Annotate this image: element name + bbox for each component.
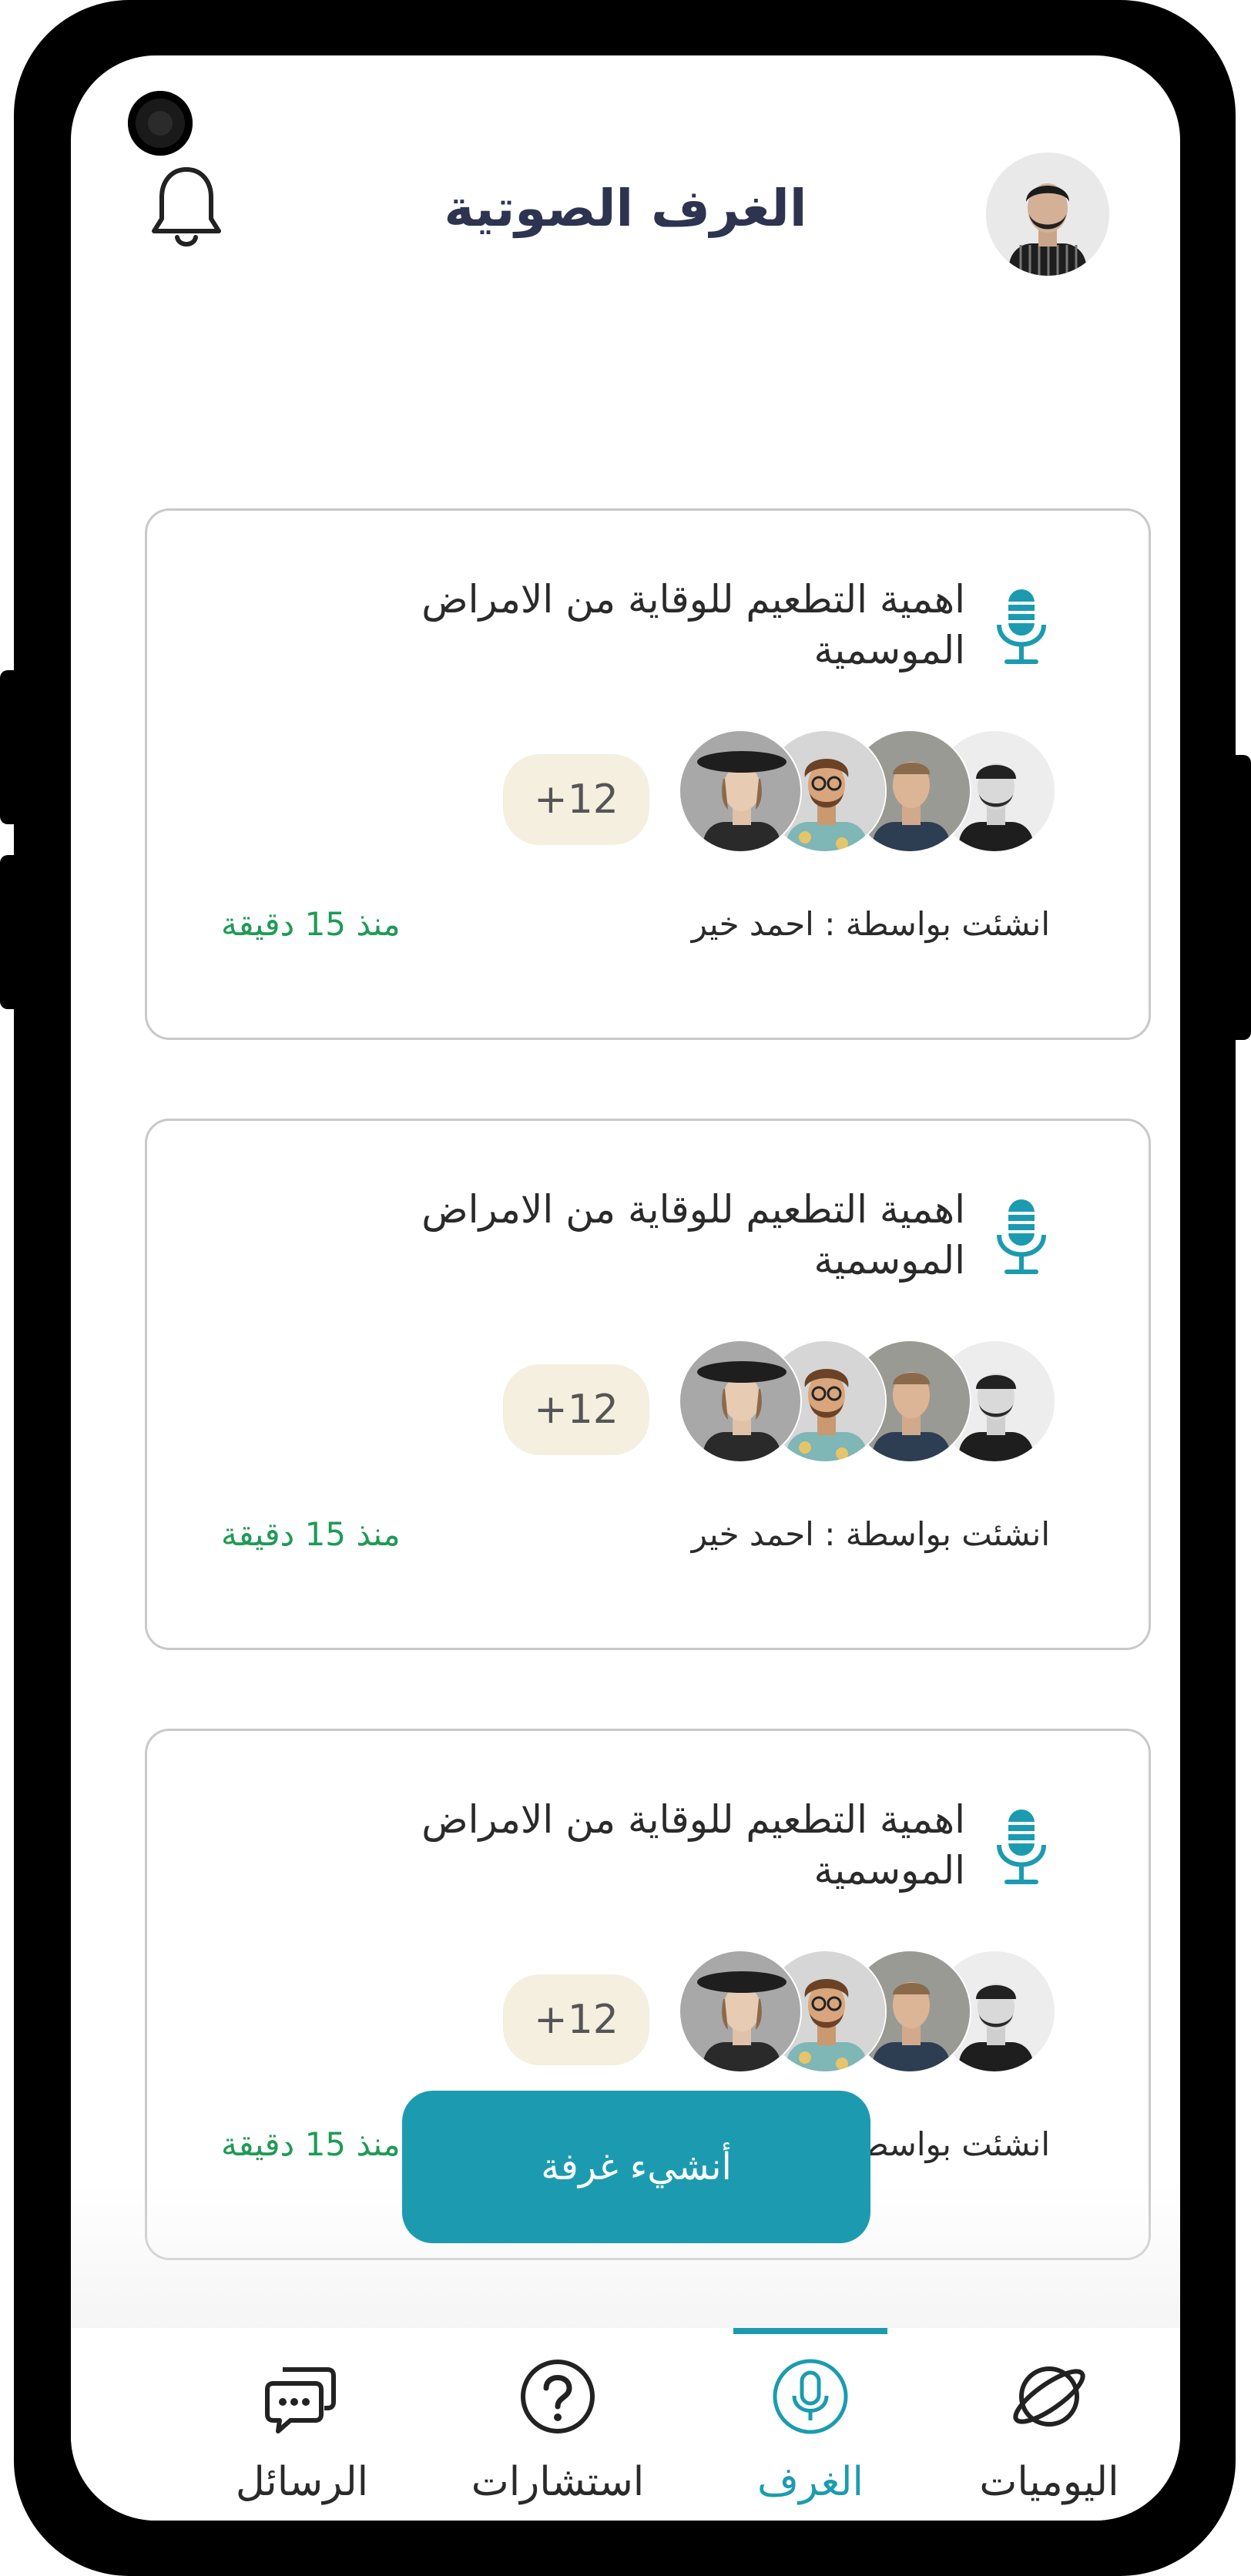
microphone-icon xyxy=(997,1199,1046,1274)
participants-avatars xyxy=(679,1950,1056,2076)
microphone-icon xyxy=(997,1810,1046,1884)
participant-avatar xyxy=(679,1950,802,2073)
planet-icon xyxy=(1013,2366,1085,2427)
tab-diaries-label: اليوميات xyxy=(979,2459,1119,2505)
screen: الغرف الصوتية اهمية التطعيم للوقاية من ا… xyxy=(71,55,1180,2521)
tab-rooms[interactable]: الغرف xyxy=(695,2328,926,2521)
volume-up-button xyxy=(0,670,23,824)
power-button xyxy=(1228,755,1251,1040)
tab-rooms-label: الغرف xyxy=(757,2459,864,2505)
profile-avatar[interactable] xyxy=(986,153,1109,276)
more-participants-badge: +12 xyxy=(503,754,649,845)
tab-messages-label: الرسائل xyxy=(235,2459,369,2505)
participant-avatar xyxy=(679,1340,802,1463)
participant-avatar xyxy=(679,730,802,853)
room-title: اهمية التطعيم للوقاية من الامراض الموسمي… xyxy=(421,1187,965,1283)
tab-consultations-label: استشارات xyxy=(471,2459,645,2505)
room-time: منذ 15 دقيقة xyxy=(221,905,401,943)
room-time: منذ 15 دقيقة xyxy=(221,2125,401,2163)
microphone-icon xyxy=(997,589,1046,664)
room-card[interactable]: اهمية التطعيم للوقاية من الامراض الموسمي… xyxy=(145,1119,1151,1650)
participants-avatars xyxy=(679,730,1056,856)
tab-messages[interactable]: الرسائل xyxy=(186,2328,418,2521)
room-time: منذ 15 دقيقة xyxy=(221,1515,401,1553)
volume-down-button xyxy=(0,855,23,1009)
chat-bubbles-icon xyxy=(265,2367,336,2433)
bottom-navigation: الرسائل استشارات الغرف اليوميات xyxy=(71,2328,1180,2521)
question-circle-icon xyxy=(521,2360,595,2433)
room-title: اهمية التطعيم للوقاية من الامراض الموسمي… xyxy=(421,577,965,673)
front-camera xyxy=(128,91,193,156)
room-creator: انشئت بواسطة : احمد خير xyxy=(691,1515,1050,1553)
participants-avatars xyxy=(679,1340,1056,1466)
tab-diaries[interactable]: اليوميات xyxy=(934,2328,1165,2521)
room-card[interactable]: اهمية التطعيم للوقاية من الامراض الموسمي… xyxy=(145,508,1151,1040)
create-room-button[interactable]: أنشيء غرفة xyxy=(402,2091,870,2243)
more-participants-badge: +12 xyxy=(503,1974,649,2065)
tab-consultations[interactable]: استشارات xyxy=(442,2328,673,2521)
room-creator: انشئت بواسطة : احمد خير xyxy=(691,905,1050,943)
microphone-icon xyxy=(773,2359,848,2434)
more-participants-badge: +12 xyxy=(503,1364,649,1455)
room-title: اهمية التطعيم للوقاية من الامراض الموسمي… xyxy=(421,1797,965,1893)
